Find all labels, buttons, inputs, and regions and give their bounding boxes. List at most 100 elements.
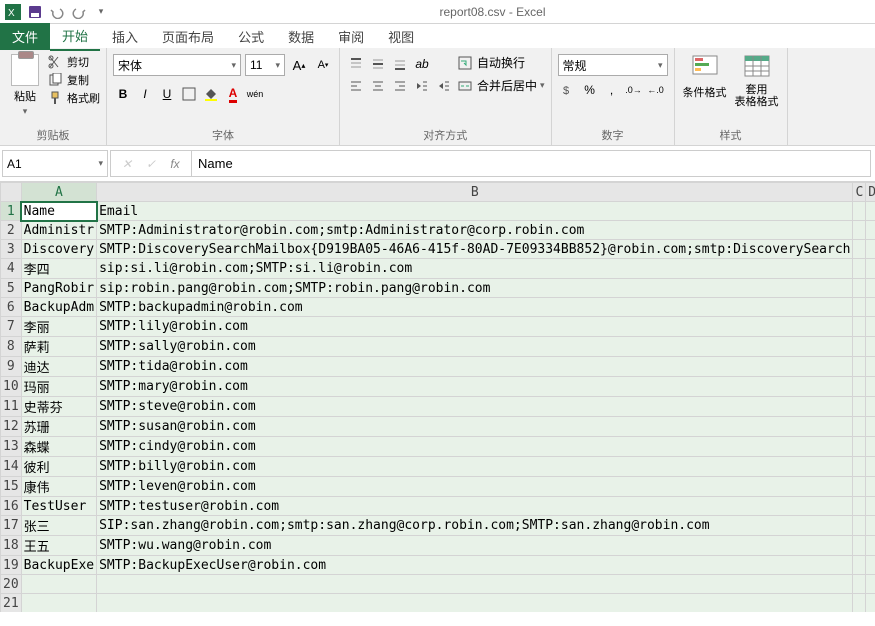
cell-A20[interactable]: [21, 575, 96, 594]
cell-D10[interactable]: [866, 377, 875, 397]
cell-C5[interactable]: [853, 279, 866, 298]
tab-review[interactable]: 审阅: [326, 23, 376, 50]
cell-D21[interactable]: [866, 594, 875, 613]
cell-D16[interactable]: [866, 497, 875, 516]
row-header-21[interactable]: 21: [1, 594, 22, 613]
row-header-9[interactable]: 9: [1, 357, 22, 377]
cell-B10[interactable]: SMTP:mary@robin.com: [97, 377, 853, 397]
cell-A5[interactable]: PangRobir: [21, 279, 96, 298]
cell-C18[interactable]: [853, 536, 866, 556]
redo-icon[interactable]: [70, 3, 88, 21]
cell-B8[interactable]: SMTP:sally@robin.com: [97, 337, 853, 357]
grow-font-button[interactable]: A▴: [289, 55, 309, 75]
align-top-button[interactable]: [346, 54, 366, 74]
cell-C2[interactable]: [853, 221, 866, 240]
row-header-8[interactable]: 8: [1, 337, 22, 357]
cell-D2[interactable]: [866, 221, 875, 240]
cell-A14[interactable]: 彼利: [21, 457, 96, 477]
fill-color-button[interactable]: [201, 84, 221, 104]
row-header-12[interactable]: 12: [1, 417, 22, 437]
align-right-button[interactable]: [390, 76, 410, 96]
number-format-select[interactable]: 常规▾: [558, 54, 668, 76]
cell-A11[interactable]: 史蒂芬: [21, 397, 96, 417]
cell-D15[interactable]: [866, 477, 875, 497]
cell-A3[interactable]: Discovery: [21, 240, 96, 259]
row-header-4[interactable]: 4: [1, 259, 22, 279]
cell-A2[interactable]: Administr: [21, 221, 96, 240]
formula-input[interactable]: Name: [192, 150, 871, 177]
spreadsheet-grid[interactable]: ABCDEFGHIJKL1NameEmail2AdministrSMTP:Adm…: [0, 182, 875, 612]
row-header-2[interactable]: 2: [1, 221, 22, 240]
cell-A9[interactable]: 迪达: [21, 357, 96, 377]
cell-B14[interactable]: SMTP:billy@robin.com: [97, 457, 853, 477]
cell-B4[interactable]: sip:si.li@robin.com;SMTP:si.li@robin.com: [97, 259, 853, 279]
row-header-16[interactable]: 16: [1, 497, 22, 516]
cell-B11[interactable]: SMTP:steve@robin.com: [97, 397, 853, 417]
cell-A6[interactable]: BackupAdm: [21, 298, 96, 317]
cell-A10[interactable]: 玛丽: [21, 377, 96, 397]
qat-more-icon[interactable]: ▾: [92, 3, 110, 21]
row-header-15[interactable]: 15: [1, 477, 22, 497]
cell-D18[interactable]: [866, 536, 875, 556]
cancel-icon[interactable]: ✕: [115, 151, 139, 176]
cell-D3[interactable]: [866, 240, 875, 259]
cell-C20[interactable]: [853, 575, 866, 594]
cell-C4[interactable]: [853, 259, 866, 279]
increase-decimal-button[interactable]: .0→: [624, 80, 644, 100]
cell-D8[interactable]: [866, 337, 875, 357]
tab-home[interactable]: 开始: [50, 22, 100, 51]
cell-D1[interactable]: [866, 202, 875, 221]
undo-icon[interactable]: [48, 3, 66, 21]
cell-D19[interactable]: [866, 556, 875, 575]
save-icon[interactable]: [26, 3, 44, 21]
cell-A7[interactable]: 李丽: [21, 317, 96, 337]
col-header-C[interactable]: C: [853, 183, 866, 202]
fx-icon[interactable]: fx: [163, 151, 187, 176]
col-header-A[interactable]: A: [21, 183, 96, 202]
paste-button[interactable]: 粘贴 ▾: [6, 54, 44, 117]
cell-D13[interactable]: [866, 437, 875, 457]
cell-B19[interactable]: SMTP:BackupExecUser@robin.com: [97, 556, 853, 575]
align-bottom-button[interactable]: [390, 54, 410, 74]
cell-A13[interactable]: 森蝶: [21, 437, 96, 457]
comma-button[interactable]: ,: [602, 80, 622, 100]
row-header-19[interactable]: 19: [1, 556, 22, 575]
cell-B20[interactable]: [97, 575, 853, 594]
tab-insert[interactable]: 插入: [100, 23, 150, 50]
phonetic-button[interactable]: wén: [245, 84, 265, 104]
bold-button[interactable]: B: [113, 84, 133, 104]
row-header-3[interactable]: 3: [1, 240, 22, 259]
tab-formula[interactable]: 公式: [226, 23, 276, 50]
cell-A12[interactable]: 苏珊: [21, 417, 96, 437]
conditional-format-button[interactable]: 条件格式: [681, 54, 729, 100]
italic-button[interactable]: I: [135, 84, 155, 104]
orientation-button[interactable]: ab: [412, 54, 432, 74]
format-painter-button[interactable]: 格式刷: [48, 90, 100, 106]
cell-D4[interactable]: [866, 259, 875, 279]
cell-B9[interactable]: SMTP:tida@robin.com: [97, 357, 853, 377]
indent-decrease-button[interactable]: [412, 76, 432, 96]
cell-C15[interactable]: [853, 477, 866, 497]
wrap-text-button[interactable]: 自动换行: [458, 54, 545, 71]
cell-C12[interactable]: [853, 417, 866, 437]
cell-B12[interactable]: SMTP:susan@robin.com: [97, 417, 853, 437]
cell-A1[interactable]: Name: [21, 202, 96, 221]
cell-D9[interactable]: [866, 357, 875, 377]
decrease-decimal-button[interactable]: ←.0: [646, 80, 666, 100]
cell-A15[interactable]: 康伟: [21, 477, 96, 497]
row-header-10[interactable]: 10: [1, 377, 22, 397]
font-color-button[interactable]: A: [223, 84, 243, 104]
cell-B2[interactable]: SMTP:Administrator@robin.com;smtp:Admini…: [97, 221, 853, 240]
indent-increase-button[interactable]: [434, 76, 454, 96]
tab-file[interactable]: 文件: [0, 23, 50, 50]
cell-B7[interactable]: SMTP:lily@robin.com: [97, 317, 853, 337]
cell-B15[interactable]: SMTP:leven@robin.com: [97, 477, 853, 497]
cell-C14[interactable]: [853, 457, 866, 477]
cell-B1[interactable]: Email: [97, 202, 853, 221]
cell-C8[interactable]: [853, 337, 866, 357]
cell-B13[interactable]: SMTP:cindy@robin.com: [97, 437, 853, 457]
shrink-font-button[interactable]: A▾: [313, 55, 333, 75]
cell-C10[interactable]: [853, 377, 866, 397]
select-all-corner[interactable]: [1, 183, 22, 202]
cell-C19[interactable]: [853, 556, 866, 575]
